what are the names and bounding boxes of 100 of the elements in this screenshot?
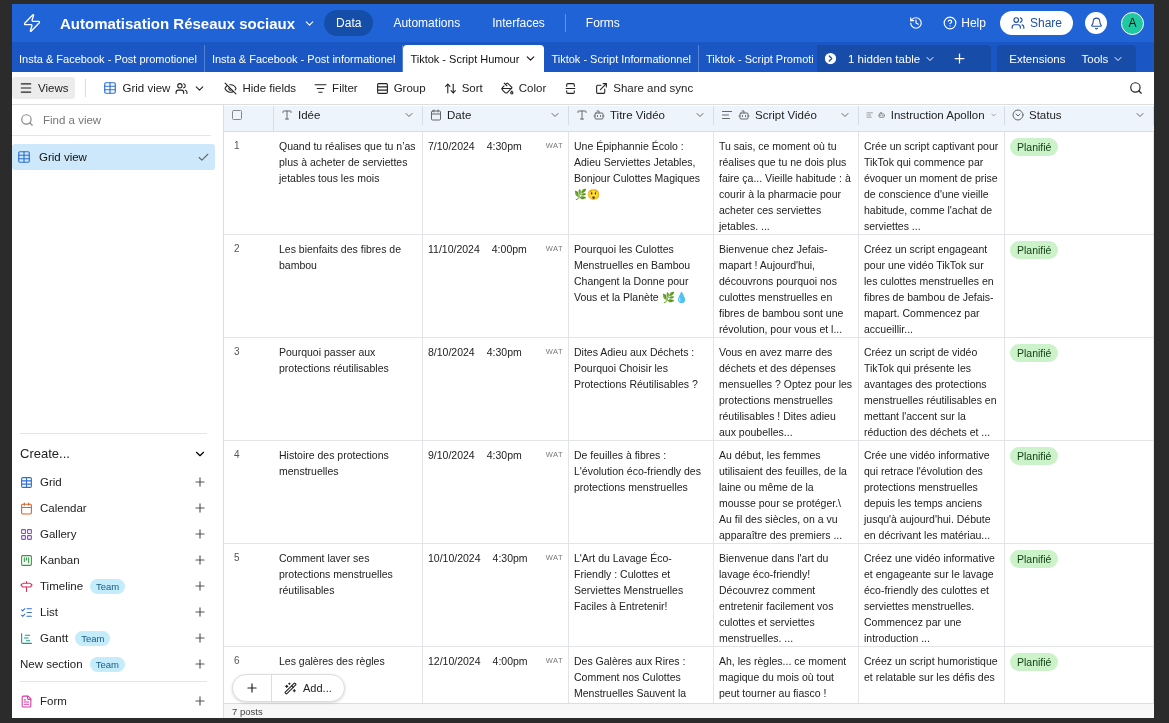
create-view-item[interactable]: List: [20, 599, 207, 625]
nav-tab[interactable]: Automations: [381, 10, 473, 36]
plus-icon: [193, 631, 207, 645]
gantt-icon: [20, 631, 33, 645]
magic-wand-icon: [284, 681, 297, 695]
time-cell-text: 4:30pm: [486, 139, 522, 154]
table-cell: Ah, les règles... ce moment magique du mois où tout peut tourner au fiasco !: [719, 655, 847, 699]
single-select-icon: [1012, 109, 1024, 122]
create-view-item[interactable]: Calendar: [20, 495, 207, 521]
time-cell-text: 4:00pm: [491, 242, 527, 257]
calendar-icon: [20, 501, 33, 515]
base-title[interactable]: Automatisation Réseaux sociaux: [60, 14, 296, 32]
column-header[interactable]: Idée: [274, 106, 423, 125]
row-number: 3: [233, 345, 240, 359]
search-icon: [1129, 81, 1143, 95]
toolbar-button[interactable]: Hide fields: [217, 77, 304, 99]
table-cell: Histoire des protections menstruelles: [279, 449, 389, 477]
share-button[interactable]: Share: [999, 11, 1073, 35]
grid-icon: [17, 150, 31, 164]
plus-icon: [193, 579, 207, 593]
table-cell: Créez une vidéo informative et engageante sur le lavage éco-friendly des culottes et serviettes menstruelles. Commencez par une introduction ...: [864, 552, 995, 644]
table-tab[interactable]: Tiktok - Script Informationnel: [544, 45, 699, 72]
form-icon: [20, 694, 33, 708]
toolbar-button[interactable]: Share and sync: [588, 77, 701, 99]
column-header[interactable]: Instruction Apollon: [859, 106, 1005, 125]
table-cell: Crée une vidéo informative qui retrace l'évolution des protections menstruelles depuis les temps anciens jusqu'à aujourd'hui. Débute en décrivant les matériau...: [864, 449, 991, 541]
create-view-item[interactable]: New section Team: [20, 651, 207, 677]
view-item[interactable]: Grid view: [12, 144, 215, 170]
long-text-icon: [721, 109, 733, 122]
table-cell: Pourquoi les Culottes Menstruelles en Bambou Changent la Donne pour Vous et la Planète 🌿💧: [574, 243, 691, 303]
table-cell: Bienvenue dans l'art du lavage éco-friendly! Découvrez comment entretenir facilement vos culottes et serviettes menstruelles. ...: [719, 552, 834, 644]
table-cell: Créez un script engageant pour une vidéo TikTok sur les culottes menstruelles en fibres de bambou de Jefais-mapart. Commencez par accueillir...: [864, 243, 994, 335]
table-cell: Dites Adieu aux Déchets : Pourquoi Choisir les Protections Réutilisables ?: [574, 346, 698, 390]
bot-icon: [738, 109, 750, 122]
column-header[interactable]: Titre Vidéo: [569, 106, 714, 125]
views-button[interactable]: Views: [12, 77, 76, 99]
table-tab[interactable]: Tiktok - Script Humour: [403, 45, 545, 72]
row-height-icon: [564, 81, 578, 95]
toolbar-button[interactable]: Group: [368, 77, 433, 99]
time-cell-text: 4:00pm: [492, 654, 528, 669]
column-header[interactable]: Status: [1005, 106, 1154, 125]
nav-tab[interactable]: Forms: [573, 10, 632, 36]
table-cell: Les galères des règles: [279, 655, 385, 667]
view-switcher[interactable]: Grid view: [96, 77, 214, 99]
checkbox[interactable]: [231, 109, 243, 122]
plus-icon: [952, 51, 968, 66]
create-view-item[interactable]: Form: [20, 688, 207, 714]
list-icon: [20, 605, 33, 619]
row-number: 5: [233, 551, 240, 565]
bot-icon: [593, 109, 605, 122]
plus-icon: [193, 501, 207, 515]
table-cell: Créez un script de vidéo TikTok qui présente les avantages des protections menstruelles réutilisables en mettant l'accent sur la réduction des déchets et ...: [864, 346, 997, 438]
status-tag: Planifié: [1010, 550, 1059, 568]
menu-icon: [19, 81, 33, 95]
help-button[interactable]: Help: [937, 12, 992, 34]
timeline-icon: [20, 579, 33, 593]
team-badge: Team: [89, 656, 125, 672]
create-view-item[interactable]: Gantt Team: [20, 625, 207, 651]
extensions-button[interactable]: Extensions: [1003, 52, 1072, 65]
notifications-button[interactable]: [1085, 12, 1107, 34]
table-cell: Bienvenue chez Jefais-mapart ! Aujourd'hui, découvrons pourquoi nos culottes menstruelles en fibres de bambou sont une révolution, pour vous et l...: [719, 243, 844, 335]
date-cell-text: 7/10/2024: [428, 139, 475, 154]
table-cell: Les bienfaits des fibres de bambou: [279, 243, 401, 271]
table-tab[interactable]: Insta & Facebook - Post promotionel: [12, 45, 205, 72]
table-cell: Crée un script captivant pour TikTok qui commence par évoquer un moment de prise de conscience d'une vieille habitude, comme l'achat de serviettes ...: [864, 140, 999, 232]
team-badge: Team: [75, 630, 111, 646]
table-cell: Quand tu réalises que tu n’as plus à acheter de serviettes jetables tous les mois: [279, 140, 416, 184]
tools-button[interactable]: Tools: [1075, 52, 1131, 65]
create-view-item[interactable]: Timeline Team: [20, 573, 207, 599]
plus-icon: [193, 694, 207, 708]
people-icon: [175, 81, 189, 95]
time-cell-text: 4:30pm: [492, 551, 528, 566]
time-cell-text: 4:30pm: [486, 448, 522, 463]
create-view-item[interactable]: Grid: [20, 469, 207, 495]
nav-tab[interactable]: Data: [324, 10, 374, 36]
row-number: 6: [233, 654, 240, 668]
grid-icon: [20, 475, 33, 489]
toolbar-button[interactable]: Filter: [307, 77, 365, 99]
table-cell: Au début, les femmes utilisaient des feuilles, de la laine ou même de la mousse pour se protéger.\ Au fil des siècles, on a vu apparaître des premiers ...: [719, 449, 847, 541]
table-cell: Tu sais, ce moment où tu réalises que tu ne dois plus faire ça... Vieille habitude : à courir à la pharmacie pour acheter ces serviettes jetables. ...: [719, 140, 851, 232]
status-tag: Planifié: [1010, 138, 1059, 156]
calendar-icon: [430, 109, 442, 122]
create-view-item[interactable]: Kanban: [20, 547, 207, 573]
column-header[interactable]: Date: [423, 106, 569, 125]
search-icon: [20, 113, 34, 127]
nav-tab[interactable]: Interfaces: [480, 10, 557, 36]
scroll-right-icon[interactable]: [823, 51, 838, 66]
toolbar-button[interactable]: Color: [493, 77, 554, 99]
sort-icon: [443, 81, 457, 95]
avatar[interactable]: A: [1121, 11, 1144, 35]
toolbar-button[interactable]: Sort: [436, 77, 490, 99]
status-tag: Planifié: [1010, 344, 1059, 362]
people-icon: [1010, 16, 1025, 30]
plus-icon: [193, 527, 207, 541]
date-cell-text: 8/10/2024: [428, 345, 475, 360]
create-view-item[interactable]: Gallery: [20, 521, 207, 547]
time-cell-text: 4:30pm: [486, 345, 522, 360]
external-link-icon: [595, 81, 609, 95]
column-header[interactable]: Script Vidéo: [714, 106, 859, 125]
status-tag: Planifié: [1010, 241, 1059, 259]
